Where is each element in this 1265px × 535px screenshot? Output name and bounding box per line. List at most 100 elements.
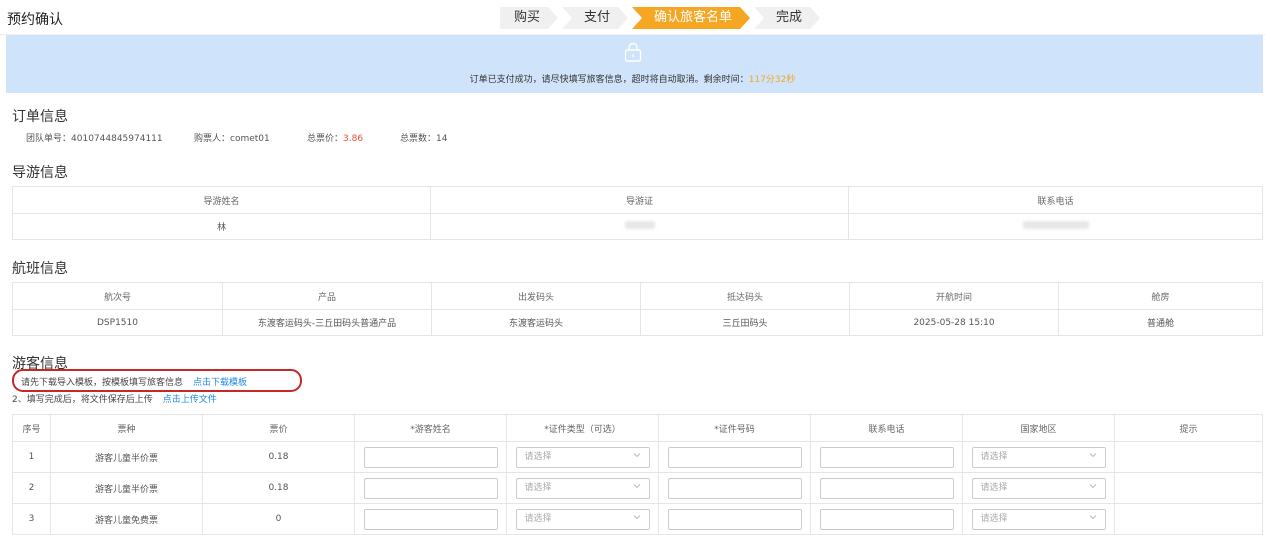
flight-voyage: DSP1510	[12, 309, 223, 336]
flight-product: 东渡客运码头-三丘田码头普通产品	[222, 309, 432, 336]
guide-name: 林	[12, 213, 431, 240]
guide-header-license: 导游证	[430, 186, 849, 214]
tourist-name-input[interactable]	[363, 477, 498, 499]
total-tickets-label: 总票数：	[400, 134, 437, 144]
table-row: 3 游客儿童免费票 0 请选择 请选择	[12, 503, 1263, 535]
guide-header-row: 导游姓名 导游证 联系电话	[12, 186, 1263, 214]
flight-time: 2025-05-28 15:10	[849, 309, 1059, 336]
row-price: 0	[202, 503, 355, 535]
upload-file-link[interactable]: 点击上传文件	[163, 395, 217, 405]
tourist-header-id-type: *证件类型（可选）	[506, 414, 659, 442]
tourist-header-row: 序号 票种 票价 *游客姓名 *证件类型（可选） *证件号码 联系电话 国家地区…	[12, 414, 1263, 442]
group-no-value: 4010744845974111	[71, 134, 163, 144]
cell-tip	[1114, 472, 1263, 504]
top-bar: 预约确认 购买 支付 确认旅客名单 完成	[0, 0, 1265, 35]
cell-name	[354, 441, 507, 473]
flight-header-product: 产品	[222, 282, 432, 310]
flight-arrival: 三丘田码头	[640, 309, 850, 336]
select-placeholder: 请选择	[524, 482, 552, 493]
flight-cabin: 普通舱	[1058, 309, 1263, 336]
group-no-label: 团队单号：	[26, 134, 72, 144]
chevron-down-icon	[633, 514, 640, 519]
cell-phone	[810, 503, 963, 535]
cell-id-no	[658, 441, 811, 473]
flight-info-title: 航班信息	[12, 261, 68, 277]
order-info-title: 订单信息	[12, 109, 68, 125]
country-select[interactable]: 请选择	[971, 477, 1106, 499]
id-type-select[interactable]: 请选择	[515, 508, 650, 530]
row-ticket-type: 游客儿童免费票	[50, 503, 203, 535]
table-row: DSP1510 东渡客运码头-三丘田码头普通产品 东渡客运码头 三丘田码头 20…	[12, 309, 1263, 336]
phone-input[interactable]	[819, 477, 954, 499]
step-done: 完成	[754, 7, 820, 29]
id-number-input[interactable]	[667, 477, 802, 499]
step-buy: 购买	[500, 7, 558, 29]
cell-country: 请选择	[962, 441, 1115, 473]
id-type-select[interactable]: 请选择	[515, 446, 650, 468]
tourist-header-type: 票种	[50, 414, 203, 442]
phone-input[interactable]	[819, 446, 954, 468]
row-no: 2	[12, 472, 51, 504]
total-price-label: 总票价：	[307, 134, 344, 144]
select-placeholder: 请选择	[980, 482, 1008, 493]
flight-header-cabin: 舱房	[1058, 282, 1263, 310]
table-row: 2 游客儿童半价票 0.18 请选择 请选择	[12, 472, 1263, 504]
guide-header-phone: 联系电话	[848, 186, 1263, 214]
row-price: 0.18	[202, 441, 355, 473]
total-price: 总票价：3.86	[307, 131, 363, 144]
guide-info-title: 导游信息	[12, 165, 68, 181]
cell-tip	[1114, 441, 1263, 473]
cell-id-type: 请选择	[506, 503, 659, 535]
banner-message-text: 订单已支付成功，请尽快填写旅客信息，超时将自动取消。剩余时间：	[469, 75, 749, 85]
select-placeholder: 请选择	[980, 513, 1008, 524]
guide-table: 导游姓名 导游证 联系电话 林	[12, 186, 1263, 240]
tourist-header-name: *游客姓名	[354, 414, 507, 442]
flight-departure: 东渡客运码头	[431, 309, 641, 336]
cell-id-no	[658, 503, 811, 535]
buyer-label: 购票人：	[194, 134, 231, 144]
tourist-header-phone: 联系电话	[810, 414, 963, 442]
guide-header-name: 导游姓名	[12, 186, 431, 214]
lock-icon	[624, 42, 642, 62]
redacted-license	[624, 221, 655, 229]
tourist-name-input[interactable]	[363, 446, 498, 468]
cell-name	[354, 472, 507, 504]
tourist-header-country: 国家地区	[962, 414, 1115, 442]
table-row: 林	[12, 213, 1263, 240]
id-number-input[interactable]	[667, 508, 802, 530]
id-number-input[interactable]	[667, 446, 802, 468]
row-no: 1	[12, 441, 51, 473]
phone-input[interactable]	[819, 508, 954, 530]
step-confirm-passengers: 确认旅客名单	[632, 7, 750, 29]
tourist-name-input[interactable]	[363, 508, 498, 530]
group-no: 团队单号：4010744845974111	[26, 131, 163, 144]
cell-id-type: 请选择	[506, 472, 659, 504]
cell-phone	[810, 472, 963, 504]
cell-name	[354, 503, 507, 535]
flight-header-arrival: 抵达码头	[640, 282, 850, 310]
flight-header-time: 开航时间	[849, 282, 1059, 310]
flight-header-departure: 出发码头	[431, 282, 641, 310]
chevron-down-icon	[1089, 483, 1096, 488]
progress-steps: 购买 支付 确认旅客名单 完成	[500, 7, 824, 29]
total-price-value: 3.86	[343, 134, 364, 144]
row-ticket-type: 游客儿童半价票	[50, 472, 203, 504]
tourist-table: 序号 票种 票价 *游客姓名 *证件类型（可选） *证件号码 联系电话 国家地区…	[12, 414, 1263, 535]
guide-license	[430, 213, 849, 240]
cell-tip	[1114, 503, 1263, 535]
row-no: 3	[12, 503, 51, 535]
tourist-header-tip: 提示	[1114, 414, 1263, 442]
cell-phone	[810, 441, 963, 473]
id-type-select[interactable]: 请选择	[515, 477, 650, 499]
country-select[interactable]: 请选择	[971, 446, 1106, 468]
flight-header-voyage: 航次号	[12, 282, 223, 310]
cell-id-no	[658, 472, 811, 504]
table-row: 1 游客儿童半价票 0.18 请选择 请选择	[12, 441, 1263, 473]
country-select[interactable]: 请选择	[971, 508, 1106, 530]
cell-country: 请选择	[962, 472, 1115, 504]
guide-phone	[848, 213, 1263, 240]
total-tickets-value: 14	[436, 134, 448, 144]
flight-table: 航次号 产品 出发码头 抵达码头 开航时间 舱房 DSP1510 东渡客运码头-…	[12, 282, 1263, 336]
redacted-phone	[1022, 221, 1089, 229]
cell-country: 请选择	[962, 503, 1115, 535]
